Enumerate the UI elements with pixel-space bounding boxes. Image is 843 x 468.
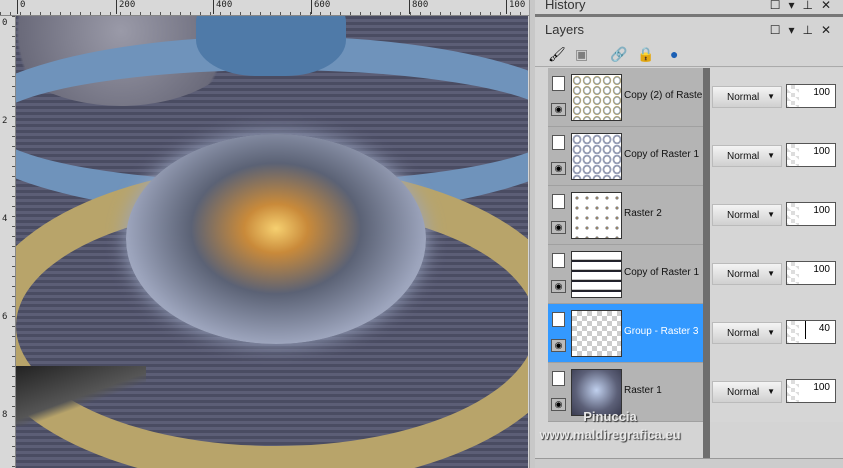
opacity-field[interactable]: 100 <box>786 84 836 108</box>
opacity-field[interactable]: 40 <box>786 320 836 344</box>
layer-name: Copy of Raster 1 <box>624 267 700 278</box>
watermark-url: www.maldiregrafica.eu <box>539 427 681 442</box>
blend-mode-value: Normal <box>727 92 760 103</box>
image-canvas[interactable] <box>16 16 528 468</box>
layer-name: Copy (2) of Raster <box>624 90 704 101</box>
visibility-eye-icon[interactable]: ◉ <box>551 221 566 234</box>
watermark-name: Pinuccia <box>583 409 637 424</box>
dark-shape <box>16 366 146 426</box>
layer-name: Raster 1 <box>624 385 662 396</box>
blend-mode-value: Normal <box>727 387 760 398</box>
ruler-label: 200 <box>116 0 135 14</box>
visibility-eye-icon[interactable]: ◉ <box>551 339 566 352</box>
opacity-field[interactable]: 100 <box>786 261 836 285</box>
ruler-label: 600 <box>311 0 330 14</box>
blend-mode-value: Normal <box>727 210 760 221</box>
layer-thumbnail <box>571 74 622 121</box>
layer-name: Group - Raster 3 <box>624 326 699 337</box>
layer-row-selected[interactable]: ◉ Group - Raster 3 Normal ▼ 40 <box>548 304 843 363</box>
layer-type-icon <box>552 371 565 386</box>
blend-mode-dropdown[interactable]: Normal ▼ <box>712 86 782 108</box>
blend-mode-value: Normal <box>727 151 760 162</box>
opacity-field[interactable]: 100 <box>786 143 836 167</box>
layer-type-icon <box>552 135 565 150</box>
ruler-label: 800 <box>409 0 428 14</box>
history-title: History <box>545 0 586 12</box>
ruler-label: 8 <box>2 410 8 420</box>
opacity-field[interactable]: 100 <box>786 202 836 226</box>
layer-type-icon <box>552 312 565 327</box>
ruler-label: 4 <box>2 214 8 224</box>
layer-row[interactable]: ◉ Copy (2) of Raster Normal ▼ 100 <box>548 68 843 127</box>
blue-band-top <box>196 16 346 76</box>
opacity-value: 100 <box>813 146 830 157</box>
layers-controls[interactable]: ☐▾⊥✕ <box>770 23 839 37</box>
ruler-label: 2 <box>2 116 8 126</box>
link-icon[interactable]: 🔗 <box>610 46 627 63</box>
layer-type-icon <box>552 194 565 209</box>
visibility-eye-icon[interactable]: ◉ <box>551 280 566 293</box>
blend-mode-dropdown[interactable]: Normal ▼ <box>712 145 782 167</box>
layers-palette: History ☐▾⊥✕ Layers ☐▾⊥✕ 🖌 ▣ 🔗 🔒 ● ◉ Cop… <box>535 0 843 468</box>
ruler-label: 0 <box>17 0 25 14</box>
layer-thumbnail <box>571 192 622 239</box>
layer-thumbnail <box>571 251 622 298</box>
visibility-eye-icon[interactable]: ◉ <box>551 162 566 175</box>
blend-mode-value: Normal <box>727 269 760 280</box>
lock-icon[interactable]: 🔒 <box>637 46 654 63</box>
blend-mode-dropdown[interactable]: Normal ▼ <box>712 263 782 285</box>
sunset-oval <box>126 134 426 344</box>
blend-mode-dropdown[interactable]: Normal ▼ <box>712 322 782 344</box>
history-controls[interactable]: ☐▾⊥✕ <box>770 0 839 12</box>
layer-type-icon <box>552 253 565 268</box>
watermark: Pinuccia www.maldiregrafica.eu <box>510 408 710 444</box>
blend-mode-dropdown[interactable]: Normal ▼ <box>712 381 782 403</box>
opacity-field[interactable]: 100 <box>786 379 836 403</box>
layer-row[interactable]: ◉ Copy of Raster 1 Normal ▼ 100 <box>548 127 843 186</box>
layer-type-icon <box>552 76 565 91</box>
layer-thumbnail <box>571 310 622 357</box>
layer-name: Copy of Raster 1 <box>624 149 700 160</box>
blend-icon[interactable]: ● <box>670 46 678 62</box>
layers-title: Layers <box>545 22 585 37</box>
layer-row[interactable]: ◉ Copy of Raster 1 Normal ▼ 100 <box>548 245 843 304</box>
opacity-value: 40 <box>818 323 830 334</box>
layer-name: Raster 2 <box>624 208 662 219</box>
opacity-slider-marker[interactable] <box>805 321 806 339</box>
ruler-label: 400 <box>213 0 232 14</box>
visibility-eye-icon[interactable]: ◉ <box>551 103 566 116</box>
opacity-value: 100 <box>813 382 830 393</box>
layer-row[interactable]: ◉ Raster 2 Normal ▼ 100 <box>548 186 843 245</box>
divider <box>535 66 843 67</box>
blend-mode-dropdown[interactable]: Normal ▼ <box>712 204 782 226</box>
new-layer-icon[interactable]: 🖌 <box>548 46 566 63</box>
history-header: History ☐▾⊥✕ <box>535 0 843 17</box>
ruler-label: 6 <box>2 312 8 322</box>
mask-icon[interactable]: ▣ <box>575 46 588 63</box>
blend-mode-value: Normal <box>727 328 760 339</box>
horizontal-ruler: 0 200 400 600 800 100 <box>0 0 530 16</box>
opacity-value: 100 <box>813 205 830 216</box>
ruler-label: 0 <box>2 18 8 28</box>
horizontal-scrollbar[interactable] <box>535 458 843 468</box>
opacity-value: 100 <box>813 264 830 275</box>
opacity-value: 100 <box>813 87 830 98</box>
layer-thumbnail <box>571 133 622 180</box>
vertical-ruler: 0 2 4 6 8 <box>0 16 16 468</box>
ruler-label: 100 <box>506 0 525 14</box>
